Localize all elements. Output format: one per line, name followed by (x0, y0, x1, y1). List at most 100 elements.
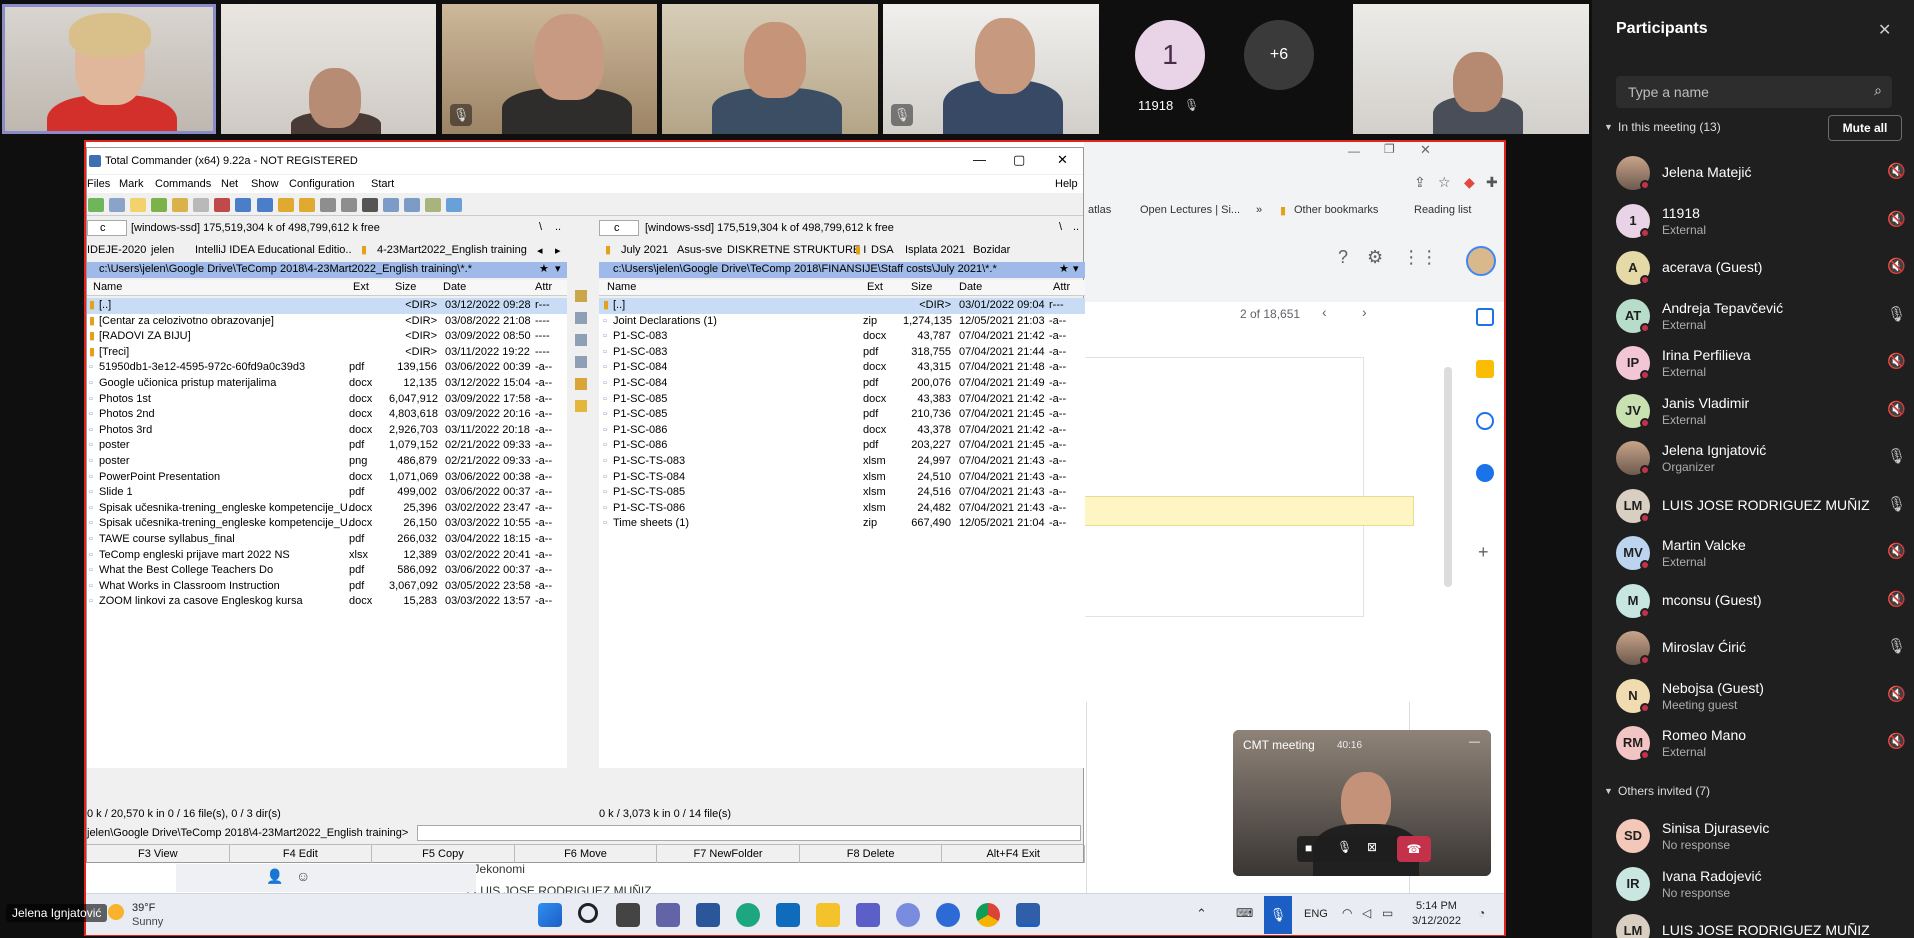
puzzle-icon[interactable]: ✚ (1486, 174, 1498, 191)
file-row[interactable]: ▫ P1-SC-085 pdf 210,736 07/04/2021 21:45 -a-- (599, 407, 1085, 423)
invert-selection-icon[interactable] (193, 198, 210, 212)
teams-icon[interactable] (856, 903, 880, 927)
file-row[interactable]: ▫ P1-SC-TS-085 xlsm 24,516 07/04/2021 21:43-… (599, 485, 1085, 501)
bookmark-atlas[interactable]: atlas (1088, 204, 1111, 216)
clock-date[interactable]: 3/12/2022 (1412, 915, 1461, 927)
forward-icon[interactable] (256, 198, 273, 212)
video-tile-participant-2[interactable] (221, 4, 436, 134)
search-icon[interactable]: ⌕ (1874, 82, 1882, 99)
close-icon[interactable]: ✕ (1878, 20, 1891, 40)
right-tab[interactable]: DSA (871, 244, 894, 256)
col-ext[interactable]: Ext (867, 281, 883, 293)
file-row[interactable]: ▮ [..] <DIR> 03/01/2022 09:04 r--- (599, 298, 1085, 314)
history-icon[interactable]: ★ (539, 262, 549, 275)
left-root-button[interactable]: \ (539, 221, 542, 233)
file-row[interactable]: ▫ PowerPoint Presentation docx 1,071,069 03/… (87, 470, 567, 486)
unpack-icon[interactable] (298, 198, 315, 212)
file-row[interactable]: ▫ P1-SC-084 docx 43,315 07/04/2021 21:48 -a-- (599, 360, 1085, 376)
left-up-button[interactable]: .. (555, 221, 561, 233)
sync-icon[interactable] (403, 198, 420, 212)
refresh-icon[interactable] (88, 198, 104, 212)
account-avatar[interactable] (1466, 246, 1496, 276)
previous-icon[interactable]: ‹ (1322, 304, 1327, 320)
file-row[interactable]: ▫ P1-SC-085 docx 43,383 07/04/2021 21:42 -a-- (599, 392, 1085, 408)
chevron-down-icon[interactable]: ▼ (1604, 122, 1613, 132)
share-icon[interactable]: ⇪ (1414, 174, 1426, 191)
file-row[interactable]: ▮ [..] <DIR> 03/12/2022 09:28 r--- (87, 298, 567, 314)
left-drive-select[interactable]: c (87, 220, 127, 236)
notepad-icon[interactable] (425, 198, 441, 212)
right-tab[interactable]: Bozidar (973, 244, 1010, 256)
mic-off-icon[interactable]: 🔇 (1887, 210, 1906, 228)
lister-icon[interactable] (446, 198, 463, 212)
chrome-icon[interactable] (976, 903, 1000, 927)
file-row[interactable]: ▫ P1-SC-TS-083 xlsm 24,997 07/04/2021 21:43-… (599, 454, 1085, 470)
fkey-button[interactable]: F5 Copy (372, 845, 515, 863)
bookmark-other[interactable]: Other bookmarks (1294, 204, 1378, 216)
col-size[interactable]: Size (911, 281, 932, 293)
notifications-icon[interactable]: ◔ (1478, 906, 1485, 920)
tc-close-button[interactable]: ✕ (1057, 152, 1068, 168)
file-row[interactable]: ▫ Photos 1st docx 6,047,912 03/09/2022 17:58… (87, 392, 567, 408)
file-row[interactable]: ▫ Slide 1 pdf 499,002 03/06/2022 00:37 -a-- (87, 485, 567, 501)
participant-item[interactable]: MV Martin Valcke External 🔇 (1616, 532, 1906, 572)
file-row[interactable]: ▫ Google učionica pristup materijalima doc… (87, 376, 567, 392)
folder-icon[interactable] (575, 400, 587, 412)
help-icon[interactable]: ? (1338, 247, 1348, 267)
mail-icon[interactable] (776, 903, 800, 927)
file-row[interactable]: ▫ P1-SC-086 pdf 203,227 07/04/2021 21:45 -a-- (599, 438, 1085, 454)
app-icon[interactable] (896, 903, 920, 927)
hang-up-button[interactable]: ☎ (1397, 836, 1431, 862)
file-row[interactable]: ▫ Spisak učesnika-trening_engleske kompet… (87, 501, 567, 517)
bookmark-star-icon[interactable]: ☆ (1438, 174, 1451, 191)
right-root-button[interactable]: \ (1059, 221, 1062, 233)
next-icon[interactable]: › (1362, 304, 1367, 320)
search-icon[interactable] (578, 903, 598, 923)
tab-scroll-left-icon[interactable]: ◂ (537, 244, 543, 257)
col-name[interactable]: Name (607, 281, 636, 293)
mic-icon[interactable]: 🎙 (1337, 840, 1352, 854)
left-tab[interactable]: IntelliJ IDEA Educational Editio.. (195, 244, 352, 256)
file-row[interactable]: ▫ Photos 3rd docx 2,926,703 03/11/2022 20:18… (87, 423, 567, 439)
mini-meeting-window[interactable]: CMT meeting 40:16 — ■ 🎙 ⊠ ☎ (1233, 730, 1491, 876)
more-participants-button[interactable]: +6 (1244, 20, 1314, 90)
mute-all-button[interactable]: Mute all (1828, 115, 1902, 141)
apps-grid-icon[interactable]: ⋮⋮ (1402, 247, 1438, 267)
tray-chevron-icon[interactable]: ⌃ (1196, 906, 1207, 922)
participant-item[interactable]: Jelena Ignjatović Organizer 🎙 (1616, 437, 1906, 477)
mic-off-icon[interactable]: 🔇 (1887, 590, 1906, 608)
camera-icon[interactable]: ■ (1305, 841, 1312, 855)
pack-icon[interactable] (277, 198, 294, 212)
video-tile-participant-6[interactable] (1353, 4, 1589, 134)
file-row[interactable]: ▫ TeComp engleski prijave mart 2022 NS xls… (87, 548, 567, 564)
right-tab-active[interactable]: July 2021 (621, 244, 668, 256)
browser-close-button[interactable]: ✕ (1420, 142, 1431, 158)
col-attr[interactable]: Attr (535, 281, 552, 293)
menu-show[interactable]: Show (251, 178, 279, 190)
edge-icon[interactable] (736, 903, 760, 927)
participant-item[interactable]: JV Janis Vladimir External 🔇 (1616, 390, 1906, 430)
menu-net[interactable]: Net (221, 178, 238, 190)
participant-item[interactable]: Jelena Matejić 🔇 (1616, 152, 1906, 192)
participant-item[interactable]: Miroslav Ćirić 🎙 (1616, 627, 1906, 667)
weather-icon[interactable] (108, 904, 124, 920)
file-row[interactable]: ▫ Joint Declarations (1) zip 1,274,135 12/05… (599, 314, 1085, 330)
extension-icon[interactable]: ◆ (1464, 174, 1475, 191)
menu-configuration[interactable]: Configuration (289, 178, 354, 190)
chat-icon[interactable] (656, 903, 680, 927)
browser-maximize-button[interactable]: ❐ (1384, 142, 1395, 156)
sync-icon[interactable] (575, 334, 587, 346)
in-meeting-header[interactable]: In this meeting (13) (1618, 120, 1721, 134)
bookmark-more[interactable]: » (1256, 204, 1262, 216)
menu-start[interactable]: Start (371, 178, 394, 190)
file-row[interactable]: ▫ P1-SC-TS-086 xlsm 24,482 07/04/2021 21:43-… (599, 501, 1085, 517)
mic-off-icon[interactable]: 🔇 (1887, 685, 1906, 703)
mic-icon[interactable]: 🎙 (1887, 495, 1906, 513)
tc-maximize-button[interactable]: ▢ (1013, 152, 1025, 168)
left-tab-active[interactable]: 4-23Mart2022_English training (377, 244, 527, 256)
right-tab[interactable]: Asus-sve (677, 244, 722, 256)
file-row[interactable]: ▮ [RADOVI ZA BIJU] <DIR> 03/09/2022 08:50 --… (87, 329, 567, 345)
file-row[interactable]: ▫ ZOOM linkovi za casove Engleskog kursa d… (87, 594, 567, 610)
history-icon[interactable]: ★ (1059, 262, 1069, 275)
file-row[interactable]: ▫ poster png 486,879 02/21/2022 09:33 -a-- (87, 454, 567, 470)
